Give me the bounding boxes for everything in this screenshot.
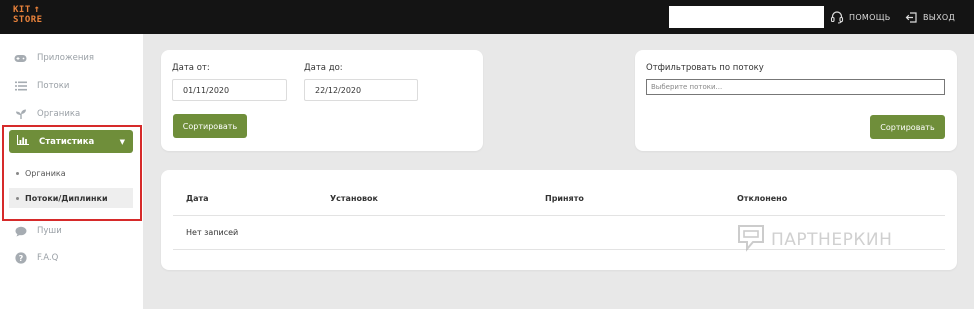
sprout-icon <box>14 108 27 120</box>
headset-icon <box>830 10 844 24</box>
empty-table-message: Нет записей <box>186 228 239 237</box>
list-icon <box>14 80 27 92</box>
stream-select-input[interactable]: Выберите потоки... <box>646 79 945 95</box>
date-to-input[interactable]: 22/12/2020 <box>304 79 418 101</box>
filter-title: Отфильтровать по потоку <box>646 63 764 73</box>
chat-bubble-icon <box>14 225 27 237</box>
help-button[interactable]: ПОМОЩЬ <box>830 9 891 25</box>
caret-down-icon: ▼ <box>119 137 125 146</box>
sidebar-item-label: F.A.Q <box>37 253 59 263</box>
sidebar-item-statistics[interactable]: Статистика ▼ <box>9 130 133 153</box>
header-white-box[interactable] <box>669 6 824 28</box>
top-bar: KIT ↑ STORE ПОМОЩЬ ВЫХОД <box>0 0 974 34</box>
date-from-input[interactable]: 01/11/2020 <box>172 79 287 101</box>
gamepad-icon <box>14 52 27 64</box>
sidebar-item-label: Органика <box>37 109 81 119</box>
sidebar-item-apps[interactable]: Приложения <box>14 51 94 65</box>
logout-label: ВЫХОД <box>923 12 956 22</box>
sidebar-item-label: Пуши <box>37 226 62 236</box>
logo-arrow-icon: ↑ <box>33 4 41 15</box>
sort-filter-button[interactable]: Сортировать <box>870 115 945 139</box>
sidebar-item-label: Статистика <box>39 136 95 147</box>
sidebar-item-label: Приложения <box>37 53 95 63</box>
sidebar-subitem-streams-deeplinks[interactable]: Потоки/Диплинки <box>9 188 133 208</box>
date-from-label: Дата от: <box>172 63 210 73</box>
bullet-icon <box>16 196 19 200</box>
sidebar-item-organic[interactable]: Органика <box>14 107 80 121</box>
table-divider <box>173 215 945 216</box>
stream-filter-card: Отфильтровать по потоку Выберите потоки.… <box>635 50 957 151</box>
sidebar-subitem-label: Потоки/Диплинки <box>25 193 108 203</box>
logout-button[interactable]: ВЫХОД <box>905 9 955 25</box>
sidebar: Приложения Потоки Органика Статистика ▼ … <box>0 34 143 309</box>
bullet-icon <box>16 171 19 175</box>
column-header-rejected: Отклонено <box>737 194 788 203</box>
sidebar-item-push[interactable]: Пуши <box>14 224 62 238</box>
sidebar-subitem-organic[interactable]: Органика <box>9 163 133 183</box>
sidebar-subitem-label: Органика <box>25 168 66 178</box>
sidebar-item-streams[interactable]: Потоки <box>14 79 69 93</box>
sort-dates-button[interactable]: Сортировать <box>173 114 247 138</box>
sidebar-item-label: Потоки <box>37 81 70 91</box>
question-icon: ? <box>14 252 27 264</box>
date-to-label: Дата до: <box>304 63 343 73</box>
help-label: ПОМОЩЬ <box>849 12 891 22</box>
logo-line-2: STORE <box>13 15 43 25</box>
logo-line-1: KIT <box>13 5 31 15</box>
column-header-accepted: Принято <box>545 194 584 203</box>
table-divider <box>173 249 945 250</box>
logout-icon <box>905 11 918 24</box>
column-header-installs: Установок <box>330 194 378 203</box>
svg-text:?: ? <box>18 254 23 263</box>
kit-store-logo[interactable]: KIT ↑ STORE <box>13 4 43 26</box>
bar-chart-icon <box>16 135 29 148</box>
stats-table-card: Дата Установок Принято Отклонено Нет зап… <box>161 170 957 270</box>
sidebar-item-faq[interactable]: ? F.A.Q <box>14 251 58 265</box>
date-range-card: Дата от: 01/11/2020 Дата до: 22/12/2020 … <box>161 50 483 151</box>
column-header-date: Дата <box>186 194 209 203</box>
